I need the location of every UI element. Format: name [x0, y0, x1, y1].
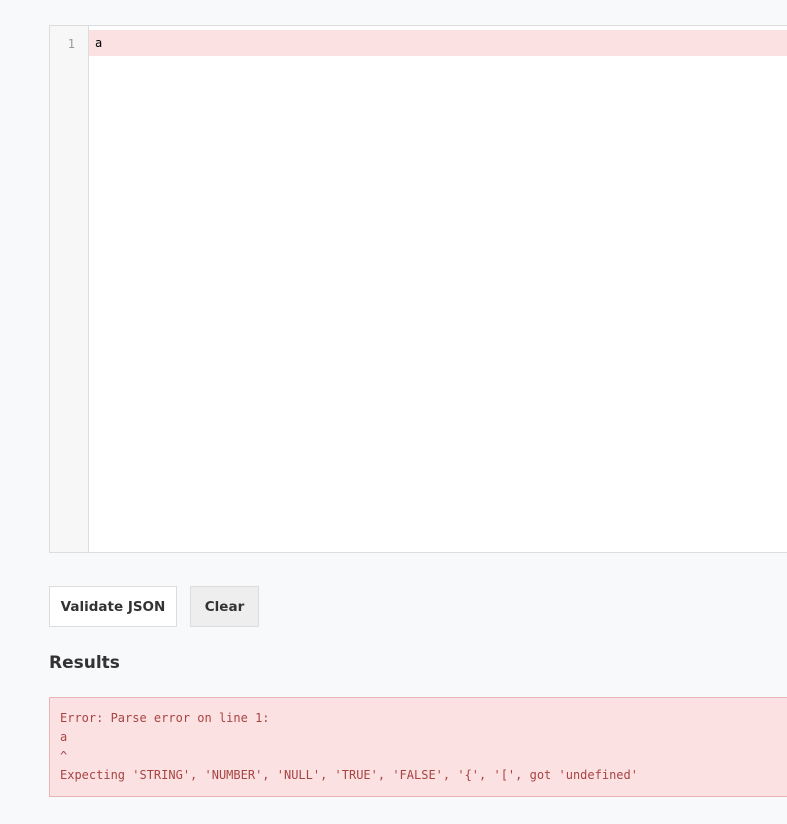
- results-error-box: Error: Parse error on line 1: a ^ Expect…: [49, 697, 787, 797]
- error-line-3: ^: [60, 749, 68, 763]
- json-editor[interactable]: 1 a: [49, 25, 787, 553]
- line-number: 1: [67, 37, 75, 51]
- code-area[interactable]: a: [89, 26, 787, 552]
- clear-button[interactable]: Clear: [190, 586, 259, 627]
- error-line-2: a: [60, 730, 68, 744]
- line-gutter: 1: [50, 26, 89, 552]
- error-line-1: Error: Parse error on line 1:: [60, 711, 270, 725]
- error-message: Error: Parse error on line 1: a ^ Expect…: [60, 709, 638, 785]
- results-heading: Results: [49, 653, 120, 673]
- validate-json-button[interactable]: Validate JSON: [49, 586, 177, 627]
- error-line-4: Expecting 'STRING', 'NUMBER', 'NULL', 'T…: [60, 768, 638, 782]
- error-highlighted-line[interactable]: a: [89, 30, 787, 56]
- code-line-text: a: [95, 36, 103, 50]
